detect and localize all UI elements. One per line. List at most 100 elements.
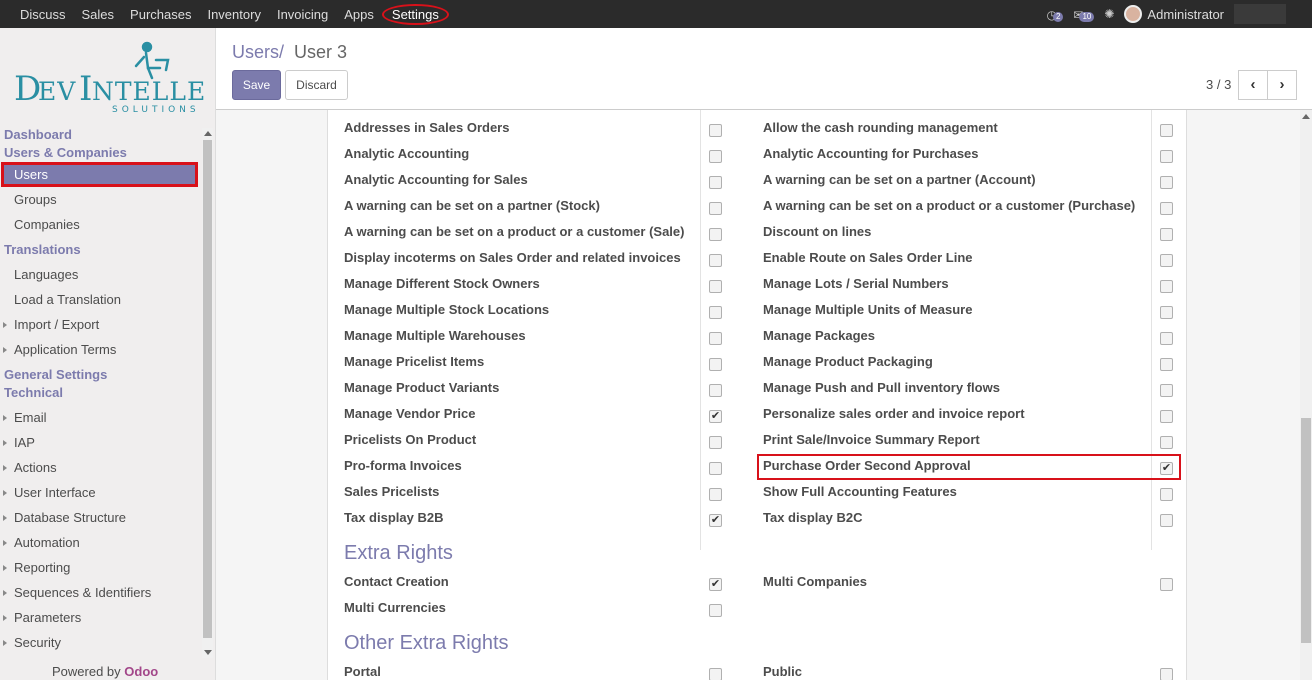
systray: ◷2 ✉10 ✺ Administrator — [1046, 0, 1286, 28]
chevron-left-icon: ‹ — [1250, 76, 1256, 93]
messages-button[interactable]: ✉10 — [1073, 7, 1095, 22]
pager-value[interactable]: 3 / 3 — [1206, 77, 1231, 92]
sidebar-item-parameters[interactable]: Parameters — [0, 605, 200, 630]
checkbox[interactable] — [1160, 488, 1173, 501]
checkbox[interactable] — [709, 604, 722, 617]
odoo-link[interactable]: Odoo — [124, 664, 158, 679]
sidebar-item-database-structure[interactable]: Database Structure — [0, 505, 200, 530]
field-label: Addresses in Sales Orders — [344, 120, 510, 135]
scroll-up-icon[interactable] — [1302, 114, 1310, 119]
menu-purchases[interactable]: Purchases — [122, 7, 199, 22]
sidebar-header-users-companies[interactable]: Users & Companies — [0, 144, 200, 162]
menu-discuss[interactable]: Discuss — [12, 7, 74, 22]
activity-button[interactable]: ◷2 — [1046, 7, 1064, 22]
user-menu[interactable]: Administrator — [1124, 5, 1224, 23]
checkbox[interactable] — [709, 436, 722, 449]
checkbox[interactable] — [1160, 150, 1173, 163]
message-count-badge: 10 — [1079, 11, 1095, 22]
scroll-down-icon[interactable] — [204, 650, 212, 655]
sidebar-item-iap[interactable]: IAP — [0, 430, 200, 455]
field-label: Analytic Accounting for Purchases — [763, 146, 979, 161]
checkbox[interactable] — [709, 150, 722, 163]
menu-sales[interactable]: Sales — [74, 7, 123, 22]
checkbox[interactable] — [1160, 358, 1173, 371]
menu-apps[interactable]: Apps — [336, 7, 382, 22]
sidebar-item-user-interface[interactable]: User Interface — [0, 480, 200, 505]
sidebar-scrollbar[interactable] — [202, 128, 213, 658]
content-scroll-thumb[interactable] — [1301, 418, 1311, 643]
checkbox[interactable] — [1160, 436, 1173, 449]
checkbox[interactable] — [1160, 176, 1173, 189]
pager-previous-button[interactable]: ‹ — [1238, 70, 1268, 100]
field-label: Manage Product Variants — [344, 380, 500, 395]
checkbox[interactable] — [709, 384, 722, 397]
checkbox[interactable] — [709, 488, 722, 501]
discard-button[interactable]: Discard — [285, 70, 348, 100]
scroll-up-icon[interactable] — [204, 131, 212, 136]
field-label: Tax display B2B — [344, 510, 444, 525]
highlight-box — [757, 454, 1181, 480]
sidebar-item-users[interactable]: Users — [1, 162, 198, 187]
bug-icon[interactable]: ✺ — [1104, 7, 1114, 21]
sidebar-item-import-export[interactable]: Import / Export — [0, 312, 200, 337]
checkbox[interactable] — [709, 202, 722, 215]
checkbox[interactable] — [709, 254, 722, 267]
sidebar-item-automation[interactable]: Automation — [0, 530, 200, 555]
menu-inventory[interactable]: Inventory — [199, 7, 268, 22]
field-label: Manage Multiple Warehouses — [344, 328, 526, 343]
sidebar-item-application-terms[interactable]: Application Terms — [0, 337, 200, 362]
sidebar-nav: Dashboard Users & Companies Users Groups… — [0, 126, 200, 656]
checkbox[interactable] — [709, 228, 722, 241]
checkbox[interactable] — [1160, 578, 1173, 591]
sidebar-scroll-thumb[interactable] — [203, 140, 212, 638]
checkbox[interactable] — [1160, 228, 1173, 241]
sidebar-item-reporting[interactable]: Reporting — [0, 555, 200, 580]
checkbox[interactable] — [1160, 202, 1173, 215]
checkbox-checked[interactable]: ✔ — [709, 410, 722, 423]
checkbox[interactable] — [709, 124, 722, 137]
content-scrollbar[interactable] — [1300, 110, 1312, 680]
menu-settings[interactable]: Settings — [381, 3, 449, 25]
field-label: A warning can be set on a partner (Stock… — [344, 198, 600, 213]
checkbox[interactable] — [1160, 280, 1173, 293]
sidebar-item-actions[interactable]: Actions — [0, 455, 200, 480]
sidebar-item-security[interactable]: Security — [0, 630, 200, 655]
save-button[interactable]: Save — [232, 70, 281, 100]
field-label: Sales Pricelists — [344, 484, 440, 499]
section-title-other-extra-rights: Other Extra Rights — [344, 632, 509, 654]
field-label: Public — [763, 664, 803, 679]
checkbox[interactable] — [709, 280, 722, 293]
sidebar-header-translations[interactable]: Translations — [0, 241, 200, 259]
field-label: Display incoterms on Sales Order and rel… — [344, 250, 681, 265]
sidebar-item-groups[interactable]: Groups — [0, 187, 200, 212]
sidebar-item-load-translation[interactable]: Load a Translation — [0, 287, 200, 312]
checkbox[interactable] — [709, 668, 722, 680]
field-label: Manage Push and Pull inventory flows — [763, 380, 1000, 395]
checkbox[interactable] — [1160, 254, 1173, 267]
field-label: Manage Packages — [763, 328, 876, 343]
sidebar-header-general-settings[interactable]: General Settings — [0, 366, 200, 384]
sidebar-item-companies[interactable]: Companies — [0, 212, 200, 237]
checkbox[interactable] — [1160, 410, 1173, 423]
sidebar-item-languages[interactable]: Languages — [0, 262, 200, 287]
checkbox[interactable] — [1160, 514, 1173, 527]
checkbox[interactable] — [1160, 332, 1173, 345]
sidebar-item-email[interactable]: Email — [0, 405, 200, 430]
checkbox[interactable] — [709, 332, 722, 345]
checkbox-checked[interactable]: ✔ — [709, 514, 722, 527]
checkbox-checked[interactable]: ✔ — [709, 578, 722, 591]
checkbox[interactable] — [709, 358, 722, 371]
menu-invoicing[interactable]: Invoicing — [269, 7, 336, 22]
checkbox[interactable] — [709, 462, 722, 475]
checkbox[interactable] — [709, 306, 722, 319]
checkbox[interactable] — [1160, 384, 1173, 397]
checkbox[interactable] — [1160, 668, 1173, 680]
checkbox[interactable] — [709, 176, 722, 189]
sidebar-header-dashboard[interactable]: Dashboard — [0, 126, 200, 144]
checkbox[interactable] — [1160, 306, 1173, 319]
breadcrumb-users[interactable]: Users — [232, 42, 279, 62]
sidebar-item-sequences[interactable]: Sequences & Identifiers — [0, 580, 200, 605]
sidebar-header-technical[interactable]: Technical — [0, 384, 200, 402]
checkbox[interactable] — [1160, 124, 1173, 137]
pager-next-button[interactable]: › — [1267, 70, 1297, 100]
